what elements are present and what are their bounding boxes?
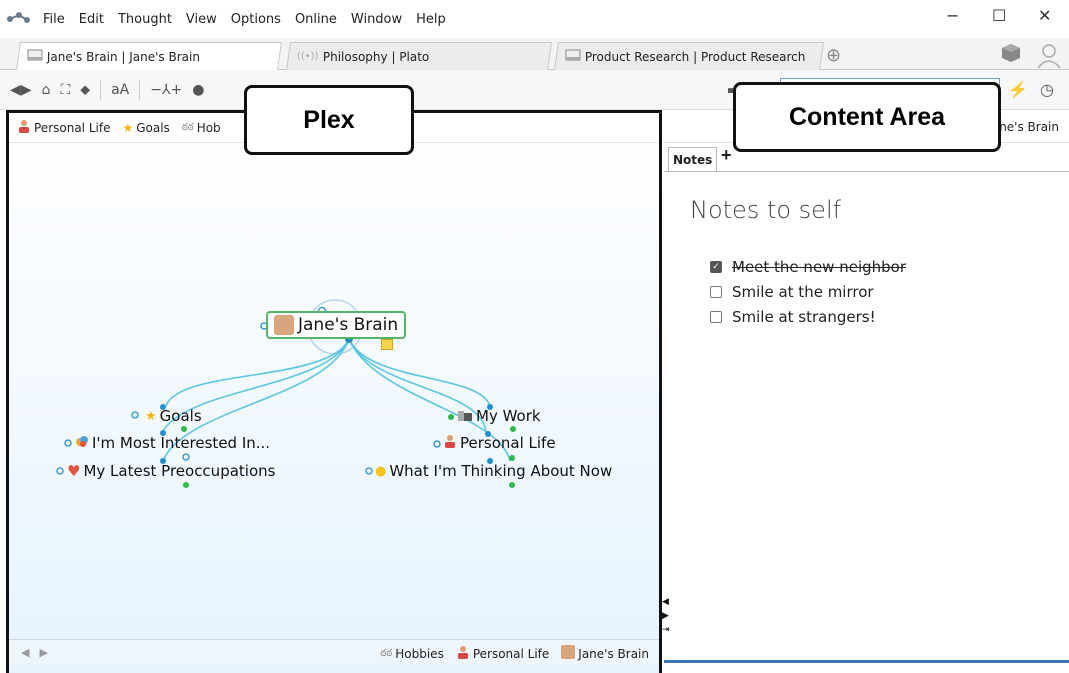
thought-latest-preoccupations[interactable]: ♥ My Latest Preoccupations xyxy=(67,462,275,480)
toolbar-divider xyxy=(139,79,141,100)
expand-collapse-icon[interactable]: −⅄+ xyxy=(150,82,182,98)
menu-file[interactable]: File xyxy=(36,12,72,27)
history-nav-icon[interactable]: ◀▶ xyxy=(21,646,58,659)
user-account-icon[interactable] xyxy=(1036,42,1062,71)
tab-product-research[interactable]: Product Research | Product Research xyxy=(554,42,824,70)
note-indicator-icon xyxy=(381,339,393,350)
footer-pin-hobbies[interactable]: ఠఠ Hobbies xyxy=(380,645,443,662)
thought-my-work[interactable]: My Work xyxy=(457,407,541,425)
checklist-item: ✓ Meet the new neighbor xyxy=(710,254,906,279)
palette-icon xyxy=(75,434,89,452)
tag-icon[interactable]: ⬥ xyxy=(80,82,90,98)
building-icon xyxy=(457,407,473,425)
cube-icon[interactable] xyxy=(1000,42,1022,67)
checklist-text[interactable]: Smile at strangers! xyxy=(732,308,876,326)
pin-label: Hobbies xyxy=(395,646,444,661)
history-icon[interactable]: ◷ xyxy=(1040,80,1054,100)
brain-icon xyxy=(565,49,581,64)
home-icon[interactable]: ⌂ xyxy=(42,82,51,98)
footer-pin-janes-brain[interactable]: Jane's Brain xyxy=(561,645,649,662)
tab-divider xyxy=(664,171,1069,172)
active-thought-label: Jane's Brain xyxy=(298,315,399,335)
menu-window[interactable]: Window xyxy=(344,12,409,27)
checkbox-checked[interactable]: ✓ xyxy=(710,260,722,273)
brain-icon xyxy=(27,49,43,64)
tab-notes[interactable]: Notes xyxy=(668,147,718,171)
checklist-item: Smile at the mirror xyxy=(710,279,906,304)
avatar xyxy=(274,315,294,335)
checklist-item: Smile at strangers! xyxy=(710,304,906,329)
thought-label: My Latest Preoccupations xyxy=(83,462,276,480)
add-tab-button[interactable]: + xyxy=(721,145,732,166)
pin-label: Jane's Brain xyxy=(578,646,649,661)
content-bottom-gap xyxy=(664,663,1069,673)
menu-online[interactable]: Online xyxy=(288,12,344,27)
tab-janes-brain[interactable]: Jane's Brain | Jane's Brain xyxy=(16,42,282,70)
bike-icon: ఠఠ xyxy=(380,647,393,659)
maximize-button[interactable]: ☐ xyxy=(992,6,1006,25)
person-icon xyxy=(443,434,457,452)
online-brain-icon: ((•)) xyxy=(296,51,319,62)
menu-help[interactable]: Help xyxy=(409,12,453,27)
theme-icon[interactable]: ● xyxy=(192,82,204,98)
person-icon xyxy=(456,645,470,662)
thought-label: Personal Life xyxy=(460,434,556,452)
checklist-text[interactable]: Meet the new neighbor xyxy=(732,258,906,276)
footer-pins: ఠఠ Hobbies Personal Life Jane's Brain xyxy=(380,645,649,662)
thought-label: What I'm Thinking About Now xyxy=(389,462,613,480)
pin-label: Personal Life xyxy=(472,646,550,661)
instant-search-icon[interactable]: ⚡ xyxy=(1008,80,1028,100)
menu-thought[interactable]: Thought xyxy=(111,12,179,27)
thought-label: My Work xyxy=(476,407,541,425)
thought-personal-life[interactable]: Personal Life xyxy=(443,434,556,452)
footer-pin-personal-life[interactable]: Personal Life xyxy=(456,645,549,662)
plex-footer: ◀▶ ఠఠ Hobbies Personal Life Jane's Brain xyxy=(9,639,659,665)
checklist: ✓ Meet the new neighbor Smile at the mir… xyxy=(710,254,906,329)
back-forward-icon[interactable]: ◀▶ xyxy=(10,82,32,98)
tab-label: Jane's Brain | Jane's Brain xyxy=(46,49,201,64)
notes-title[interactable]: Notes to self xyxy=(690,196,841,224)
tab-label: Product Research | Product Research xyxy=(584,49,806,64)
tab-bar: Jane's Brain | Jane's Brain ((•)) Philos… xyxy=(0,38,1069,70)
active-thought[interactable]: Jane's Brain xyxy=(266,311,407,339)
thought-goals[interactable]: ★ Goals xyxy=(145,407,202,425)
thought-label: Goals xyxy=(159,407,202,425)
heart-icon: ♥ xyxy=(67,462,81,480)
checkbox[interactable] xyxy=(710,285,722,298)
plex-pane[interactable]: Personal Life ★ Goals ఠఠ Hob Jane's Brai… xyxy=(6,110,662,673)
new-tab-icon[interactable]: ⊕ xyxy=(826,45,841,66)
thought-links xyxy=(56,299,516,488)
checkbox[interactable] xyxy=(710,310,722,323)
breadcrumb[interactable]: ne's Brain xyxy=(999,120,1059,134)
layout-icon[interactable]: ⛶ xyxy=(60,82,70,98)
pane-divider-handle[interactable]: ◀ ▶ ⇥ xyxy=(662,594,670,636)
tab-philosophy[interactable]: ((•)) Philosophy | Plato xyxy=(286,42,552,70)
toolbar-divider xyxy=(100,79,102,100)
avatar-icon xyxy=(561,645,576,662)
minimize-button[interactable]: − xyxy=(946,6,959,25)
menu-view[interactable]: View xyxy=(179,12,224,27)
font-size-icon[interactable]: aA xyxy=(111,82,129,98)
callout-content-area: Content Area xyxy=(733,82,1001,152)
app-logo-icon[interactable] xyxy=(0,0,36,38)
checklist-text[interactable]: Smile at the mirror xyxy=(732,283,874,301)
thought-label: I'm Most Interested In... xyxy=(92,434,271,452)
menu-bar: File Edit Thought View Options Online Wi… xyxy=(0,0,1069,38)
menu-edit[interactable]: Edit xyxy=(72,12,111,27)
star-icon: ★ xyxy=(145,408,157,424)
thought-thinking-about-now[interactable]: ● What I'm Thinking About Now xyxy=(375,462,612,480)
thought-most-interested[interactable]: I'm Most Interested In... xyxy=(75,434,270,452)
callout-plex: Plex xyxy=(244,85,414,155)
close-button[interactable]: ✕ xyxy=(1038,6,1051,25)
lightbulb-icon: ● xyxy=(375,463,387,479)
menu-options[interactable]: Options xyxy=(224,12,288,27)
tab-label: Philosophy | Plato xyxy=(322,49,429,64)
content-area: ne's Brain Notes + Notes to self ✓ Meet … xyxy=(664,110,1069,663)
